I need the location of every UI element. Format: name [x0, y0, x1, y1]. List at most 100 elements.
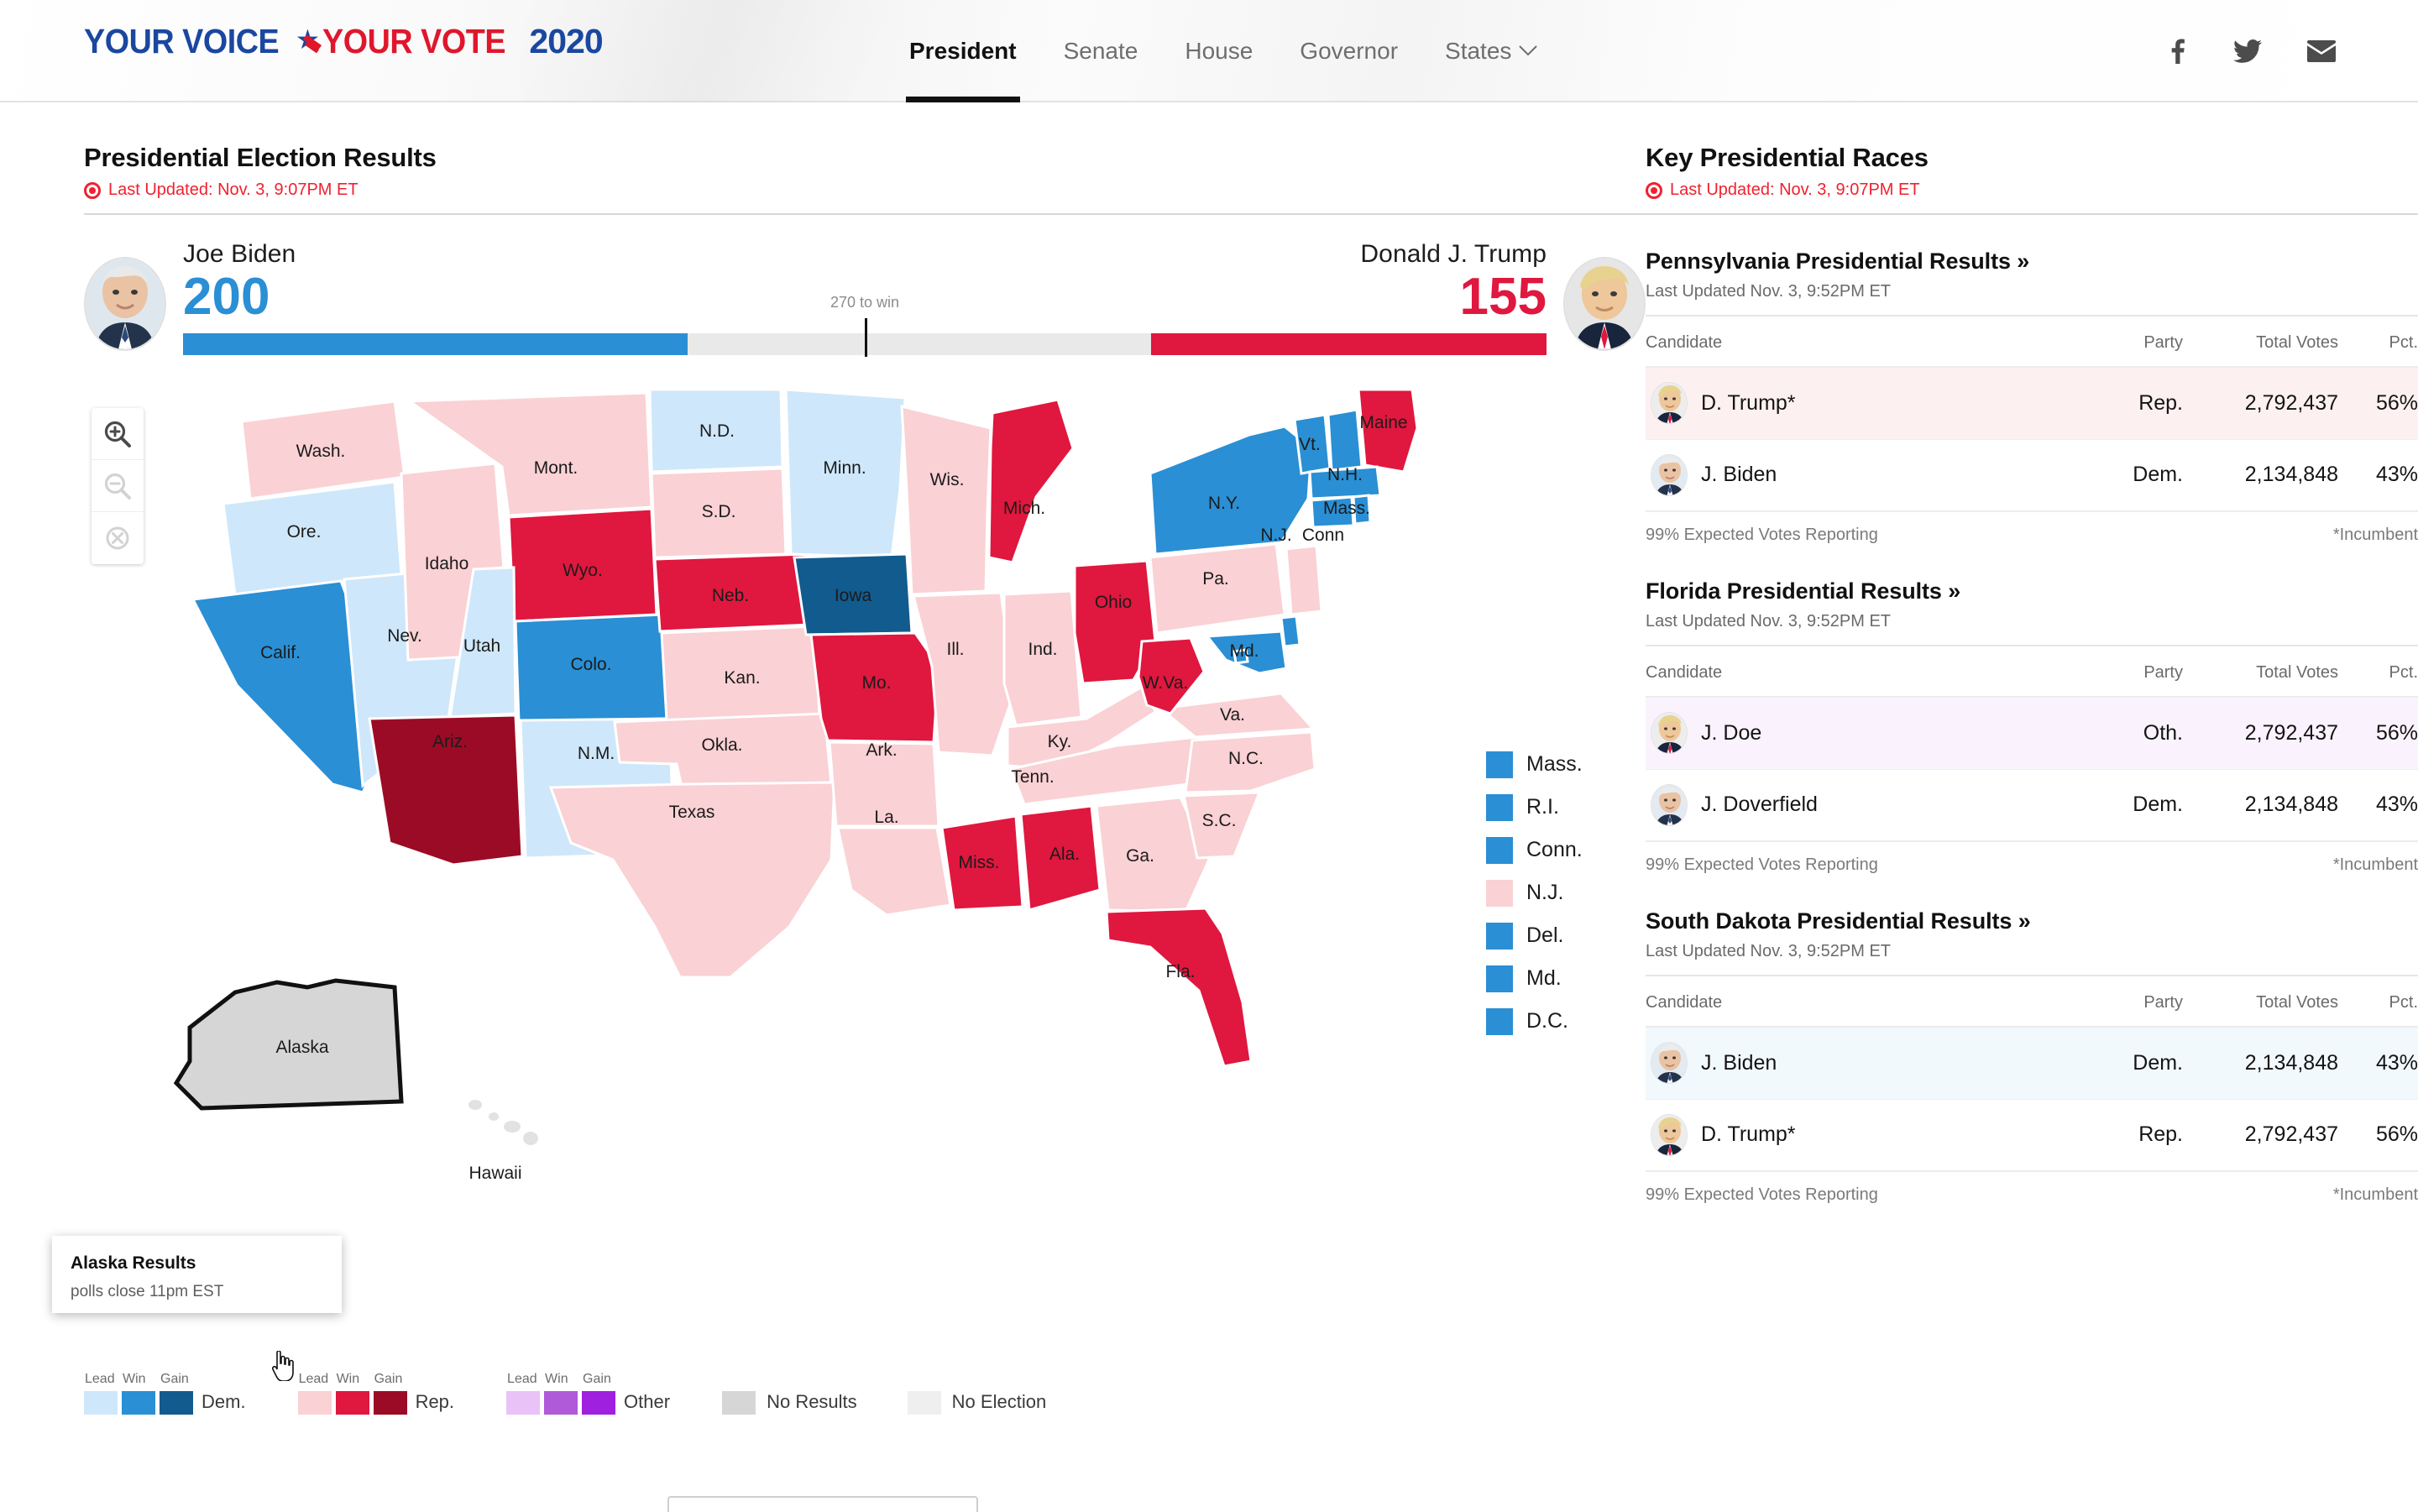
- key-races-column: Key Presidential Races Last Updated: Nov…: [1646, 102, 2418, 1385]
- races-list: Pennsylvania Presidential Results » Last…: [1646, 249, 2418, 1205]
- legend-swatch: [1486, 922, 1513, 950]
- legend-item-ri[interactable]: R.I.: [1486, 786, 1583, 829]
- cell-party: Dem.: [2091, 438, 2183, 511]
- nav-label: States: [1445, 38, 1512, 64]
- cell-candidate: J. Doverfield: [1646, 768, 2091, 841]
- chevron-down-icon: [1519, 42, 1538, 61]
- legend-item-nj[interactable]: N.J.: [1486, 871, 1583, 914]
- legend-step-gain: Gain: [374, 1372, 403, 1386]
- nav-item-house[interactable]: House: [1161, 0, 1276, 102]
- state-ms: [940, 814, 1024, 912]
- live-dot-icon: [1646, 181, 1662, 199]
- legend-label-no-results: No Results: [767, 1391, 857, 1412]
- trump-avatar: [1651, 1113, 1688, 1156]
- nav-item-president[interactable]: President: [886, 0, 1040, 102]
- cell-votes: 2,792,437: [2183, 1098, 2338, 1171]
- state-al: [1019, 804, 1102, 912]
- trump-avatar: [1651, 382, 1688, 425]
- cell-candidate: D. Trump*: [1646, 367, 2091, 439]
- state-wv: [1137, 636, 1206, 715]
- legend-step-lead: Lead: [85, 1372, 115, 1386]
- facebook-icon[interactable]: [2166, 39, 2188, 64]
- legend-party-dem: Dem.: [202, 1391, 246, 1412]
- nav-item-senate[interactable]: Senate: [1040, 0, 1162, 102]
- cell-party: Rep.: [2091, 1098, 2183, 1171]
- reset-zoom-icon[interactable]: [92, 512, 144, 564]
- nav-item-states[interactable]: States: [1421, 0, 1561, 102]
- site-logo[interactable]: YOUR VOICE YOUR VOTE 2020: [84, 22, 604, 61]
- cell-votes: 2,792,437: [2244, 720, 2338, 745]
- state-mo: [809, 631, 940, 744]
- mouse-cursor-icon: [270, 1350, 296, 1385]
- reporting-text: 99% Expected Votes Reporting: [1646, 855, 1878, 874]
- legend-label: Del.: [1526, 923, 1564, 947]
- legend-item-md[interactable]: Md.: [1486, 957, 1583, 1000]
- state-in: [1002, 589, 1083, 727]
- twitter-icon[interactable]: [2233, 39, 2262, 63]
- legend-item-mass[interactable]: Mass.: [1486, 743, 1583, 786]
- live-dot-icon: [84, 181, 101, 199]
- legend-swatch: [1486, 879, 1513, 907]
- state-mn: [784, 390, 907, 559]
- table-footer: 99% Expected Votes Reporting *Incumbent: [1646, 510, 2418, 545]
- score-middle: Joe Biden 200 Donald J. Trump 155 270 to…: [166, 240, 1563, 358]
- tooltip-title: Alaska Results: [71, 1253, 196, 1273]
- cell-votes: 2,134,848: [2183, 438, 2338, 511]
- candidate-rep-name: Donald J. Trump: [1360, 240, 1547, 268]
- electoral-scoreboard: Joe Biden 200 Donald J. Trump 155 270 to…: [84, 240, 1646, 383]
- legend-label: N.J.: [1526, 881, 1564, 904]
- table-row[interactable]: J. Doverfield Dem. 2,134,848 43%: [1646, 768, 2418, 841]
- state-ne: [653, 552, 813, 633]
- reporting-text: 99% Expected Votes Reporting: [1646, 526, 1878, 544]
- zoom-in-icon[interactable]: [92, 408, 144, 460]
- legend-swatch-dem-lead: [84, 1391, 118, 1415]
- legend-label-no-election: No Election: [951, 1391, 1047, 1412]
- table-row[interactable]: J. Doe Oth. 2,792,437 56%: [1646, 697, 2418, 769]
- cell-pct: 43%: [2375, 1050, 2418, 1075]
- incumbent-note: *Incumbent: [2332, 526, 2418, 544]
- state-ct: [1310, 495, 1355, 529]
- nav-label: Senate: [1063, 38, 1138, 64]
- to-win-label: 270 to win: [830, 294, 900, 311]
- us-election-map[interactable]: Wash. Ore. Calif. Nev. Idaho Mont. Wyo. …: [52, 390, 1629, 1385]
- race-title-link[interactable]: South Dakota Presidential Results »: [1646, 908, 2418, 934]
- star-icon: [296, 28, 322, 56]
- table-row[interactable]: J. Biden Dem. 2,134,848 43%: [1646, 1027, 2418, 1099]
- cell-pct: 56%: [2375, 390, 2418, 415]
- cell-party: Dem.: [2133, 1050, 2183, 1075]
- email-icon[interactable]: [2307, 40, 2336, 62]
- legend-item-conn[interactable]: Conn.: [1486, 829, 1583, 871]
- candidate-name: J. Biden: [1701, 463, 1777, 487]
- table-row[interactable]: J. Biden Dem. 2,134,848 43%: [1646, 438, 2418, 511]
- legend-item-del[interactable]: Del.: [1486, 914, 1583, 957]
- legend-group-rep: Lead Win Gain Rep.: [297, 1372, 454, 1415]
- divider: [1646, 213, 2418, 215]
- electoral-bar-threshold: [865, 318, 867, 358]
- legend-group-other: Lead Win Gain Other: [506, 1372, 670, 1415]
- legend-label: Conn.: [1526, 838, 1583, 861]
- full-results-button[interactable]: Full Results Experience »: [667, 1496, 979, 1512]
- nav-item-governor[interactable]: Governor: [1276, 0, 1421, 102]
- legend-step-win: Win: [545, 1372, 568, 1386]
- column-header-candidate: Candidate: [1646, 646, 2091, 698]
- race-title-link[interactable]: Pennsylvania Presidential Results »: [1646, 249, 2418, 275]
- zoom-out-icon[interactable]: [92, 460, 144, 512]
- state-wi: [900, 405, 992, 596]
- map-legend: Lead Win Gain Dem. Lead Win Gain Rep. Le…: [84, 1372, 1511, 1415]
- race-title-link[interactable]: Florida Presidential Results »: [1646, 578, 2418, 604]
- legend-item-dc[interactable]: D.C.: [1486, 1000, 1583, 1043]
- site-header: YOUR VOICE YOUR VOTE 2020 President Sena…: [0, 0, 2418, 102]
- map-svg[interactable]: Wash. Ore. Calif. Nev. Idaho Mont. Wyo. …: [143, 390, 1620, 1380]
- state-ks: [660, 625, 821, 722]
- svg-text:Conn: Conn: [1302, 526, 1344, 545]
- race-results-table: Candidate Party Total Votes Pct. J. Doe O…: [1646, 646, 2418, 875]
- state-va: [1157, 692, 1316, 739]
- table-row[interactable]: D. Trump* Rep. 2,792,437 56%: [1646, 367, 2418, 439]
- legend-no-results: No Results: [722, 1391, 857, 1415]
- state-dc: [1233, 648, 1249, 665]
- primary-nav: President Senate House Governor States: [886, 0, 1561, 102]
- legend-swatch-oth-win: [544, 1391, 578, 1415]
- cell-candidate: D. Trump*: [1646, 1098, 2091, 1171]
- table-row[interactable]: D. Trump* Rep. 2,792,437 56%: [1646, 1098, 2418, 1171]
- map-tooltip: Alaska Results polls close 11pm EST: [52, 1236, 342, 1313]
